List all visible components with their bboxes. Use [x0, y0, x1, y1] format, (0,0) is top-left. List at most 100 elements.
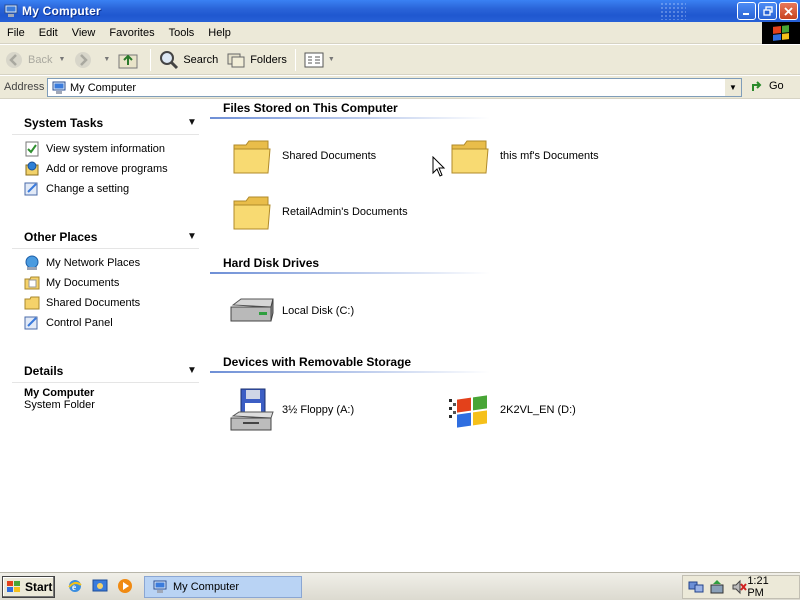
item-label: this mf's Documents	[500, 150, 599, 162]
title-bar[interactable]: My Computer	[0, 0, 800, 22]
system-tasks-header[interactable]: System Tasks ▼	[12, 111, 199, 135]
drive-floppy-a[interactable]: 3½ Floppy (A:)	[228, 388, 354, 432]
details-group: Details ▼ My Computer System Folder	[12, 359, 199, 411]
other-places-title: Other Places	[24, 229, 98, 244]
system-tasks-group: System Tasks ▼ View system information A…	[12, 111, 199, 199]
folders-icon	[226, 50, 246, 70]
item-label: Shared Documents	[282, 150, 377, 162]
place-label: My Documents	[46, 277, 120, 289]
control-panel-icon	[24, 315, 40, 331]
drive-cd-d[interactable]: 2K2VL_EN (D:)	[446, 388, 576, 432]
section-files-stored: Files Stored on This Computer	[210, 101, 490, 119]
content-area: Files Stored on This Computer Shared Doc…	[210, 100, 800, 572]
menu-edit[interactable]: Edit	[32, 27, 65, 39]
views-icon	[304, 50, 324, 70]
standard-toolbar: Back ▼ ▼ Search Folders ▼	[0, 45, 800, 75]
place-label: Control Panel	[46, 317, 113, 329]
forward-button[interactable]: ▼	[69, 47, 114, 73]
back-button[interactable]: Back ▼	[0, 47, 69, 73]
system-info-icon	[24, 141, 40, 157]
address-value: My Computer	[70, 81, 137, 94]
address-label: Address	[4, 81, 45, 93]
show-desktop-icon[interactable]	[91, 577, 109, 595]
task-view-system-information[interactable]: View system information	[24, 139, 199, 159]
menu-view[interactable]: View	[65, 27, 103, 39]
start-button[interactable]: Start	[2, 576, 55, 598]
search-label: Search	[183, 53, 219, 66]
floppy-drive-icon	[228, 388, 276, 432]
safely-remove-hardware-icon[interactable]	[708, 578, 725, 596]
back-arrow-icon	[4, 50, 24, 70]
address-computer-icon	[52, 81, 66, 95]
add-remove-programs-icon	[24, 161, 40, 177]
details-name: My Computer	[24, 387, 95, 399]
menu-tools[interactable]: Tools	[162, 27, 202, 39]
other-places-header[interactable]: Other Places ▼	[12, 225, 199, 249]
folder-shared-documents[interactable]: Shared Documents	[228, 134, 376, 178]
place-my-network-places[interactable]: My Network Places	[24, 253, 199, 273]
minimize-button[interactable]	[737, 2, 756, 20]
mouse-pointer-icon	[432, 155, 446, 178]
taskbar-clock[interactable]: 1:21 PM	[747, 575, 787, 599]
restore-button[interactable]	[758, 2, 777, 20]
folders-button[interactable]: Folders	[222, 47, 291, 73]
volume-muted-icon[interactable]	[730, 578, 747, 596]
network-status-icon[interactable]	[687, 578, 704, 596]
views-button[interactable]: ▼	[300, 47, 339, 73]
folder-retailadmin-documents[interactable]: RetailAdmin's Documents	[228, 190, 408, 234]
folders-label: Folders	[250, 53, 287, 66]
section-title: Hard Disk Drives	[223, 256, 320, 270]
internet-explorer-icon[interactable]: e	[66, 577, 84, 595]
search-button[interactable]: Search	[155, 47, 222, 73]
collapse-chevron-icon[interactable]: ▼	[185, 117, 199, 128]
up-folder-button[interactable]	[114, 47, 146, 73]
collapse-chevron-icon[interactable]: ▼	[185, 365, 199, 376]
system-tray: 1:21 PM	[682, 575, 800, 599]
taskbar-button-my-computer[interactable]: My Computer	[144, 576, 302, 598]
menu-help[interactable]: Help	[201, 27, 238, 39]
go-label: Go	[769, 80, 784, 92]
task-add-remove-programs[interactable]: Add or remove programs	[24, 159, 199, 179]
address-dropdown-icon[interactable]: ▼	[725, 79, 741, 96]
section-divider	[210, 371, 490, 373]
titlebar-logo-watermark	[660, 2, 686, 20]
go-button[interactable]: Go	[750, 79, 784, 93]
details-header[interactable]: Details ▼	[12, 359, 199, 383]
menu-file[interactable]: File	[0, 27, 32, 39]
my-documents-icon	[24, 275, 40, 291]
svg-text:e: e	[72, 582, 76, 592]
task-change-setting[interactable]: Change a setting	[24, 179, 199, 199]
collapse-chevron-icon[interactable]: ▼	[185, 231, 199, 242]
system-tasks-title: System Tasks	[24, 115, 104, 130]
menu-favorites[interactable]: Favorites	[102, 27, 161, 39]
drive-local-disk-c[interactable]: Local Disk (C:)	[228, 289, 354, 333]
forward-dropdown-icon[interactable]: ▼	[103, 56, 110, 63]
place-control-panel[interactable]: Control Panel	[24, 313, 199, 333]
folder-icon	[446, 134, 494, 178]
close-button[interactable]	[779, 2, 798, 20]
section-hard-disk-drives: Hard Disk Drives	[210, 256, 490, 274]
up-folder-icon	[118, 50, 138, 70]
search-icon	[159, 50, 179, 70]
address-input[interactable]: My Computer ▼	[47, 78, 742, 97]
details-type: System Folder	[24, 399, 95, 411]
toolbar-separator	[150, 48, 152, 71]
media-player-icon[interactable]	[116, 577, 134, 595]
place-shared-documents[interactable]: Shared Documents	[24, 293, 199, 313]
item-label: RetailAdmin's Documents	[282, 206, 408, 218]
my-computer-icon	[4, 4, 18, 18]
section-title: Devices with Removable Storage	[223, 355, 412, 369]
back-label: Back	[28, 53, 53, 66]
place-label: My Network Places	[46, 257, 141, 269]
back-dropdown-icon[interactable]: ▼	[58, 56, 65, 63]
item-label: Local Disk (C:)	[282, 305, 355, 317]
folder-icon	[228, 134, 276, 178]
windows-logo-icon	[762, 22, 800, 44]
go-arrow-icon	[750, 79, 764, 93]
shared-documents-folder-icon	[24, 295, 40, 311]
folder-user-documents[interactable]: this mf's Documents	[446, 134, 599, 178]
place-my-documents[interactable]: My Documents	[24, 273, 199, 293]
taskbar-button-label: My Computer	[173, 581, 240, 593]
my-computer-icon	[153, 580, 167, 594]
toolbar-separator	[294, 48, 296, 71]
